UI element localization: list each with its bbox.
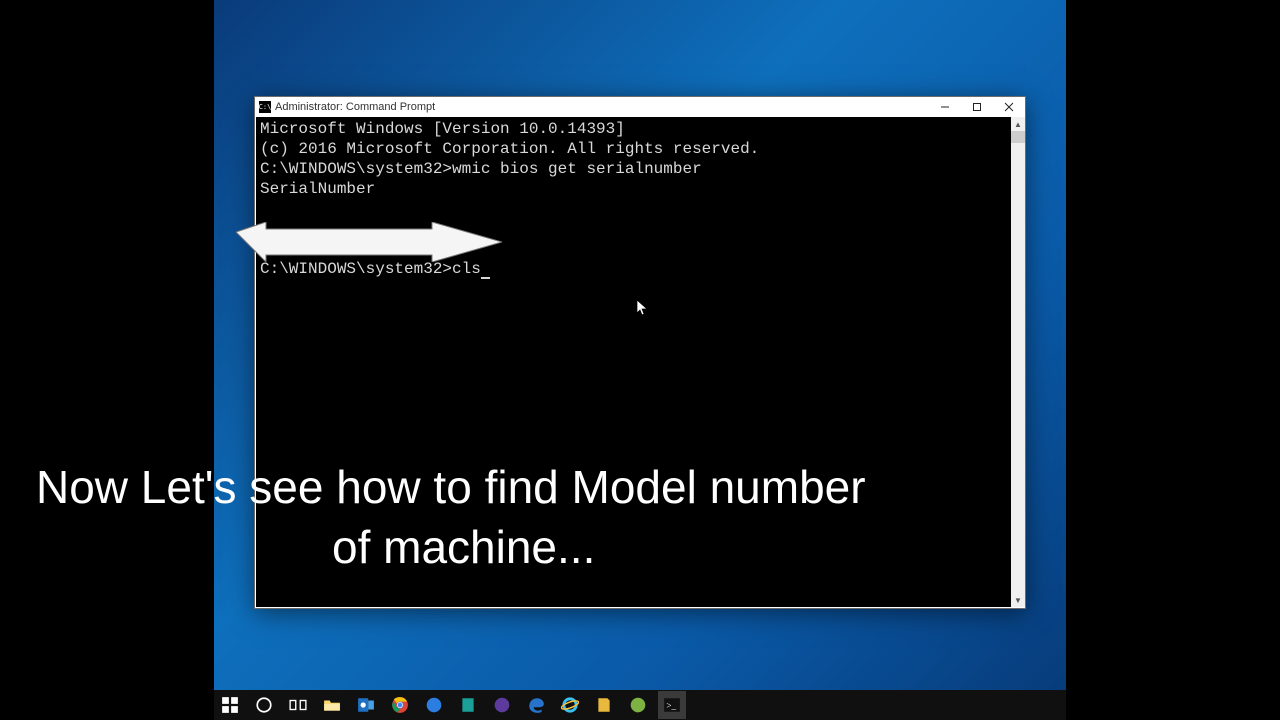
terminal-prompt: C:\WINDOWS\system32>cls bbox=[260, 259, 1020, 279]
cmd-icon[interactable]: >_ bbox=[658, 691, 686, 719]
terminal-line: C:\WINDOWS\system32>wmic bios get serial… bbox=[260, 159, 1020, 179]
terminal-line bbox=[260, 219, 1020, 239]
terminal-line: Microsoft Windows [Version 10.0.14393] bbox=[260, 119, 1020, 139]
text-cursor bbox=[481, 263, 490, 279]
window-controls bbox=[929, 97, 1025, 117]
ie-icon[interactable] bbox=[556, 691, 584, 719]
titlebar[interactable]: C:\ Administrator: Command Prompt bbox=[255, 97, 1025, 117]
vertical-scrollbar[interactable]: ▲ ▼ bbox=[1011, 117, 1025, 607]
close-button[interactable] bbox=[993, 97, 1025, 117]
app-green-icon[interactable] bbox=[624, 691, 652, 719]
edge-icon[interactable] bbox=[522, 691, 550, 719]
scroll-thumb[interactable] bbox=[1011, 131, 1025, 143]
app-purple-icon[interactable] bbox=[488, 691, 516, 719]
caption-overlay: Now Let's see how to find Model number o… bbox=[36, 458, 936, 578]
file-explorer-icon[interactable] bbox=[318, 691, 346, 719]
scroll-up-button[interactable]: ▲ bbox=[1011, 117, 1025, 131]
terminal-line: SerialNumber bbox=[260, 179, 1020, 199]
terminal-line bbox=[260, 239, 1020, 259]
terminal-line bbox=[260, 199, 1020, 219]
scroll-down-button[interactable]: ▼ bbox=[1011, 593, 1025, 607]
chrome-icon[interactable] bbox=[386, 691, 414, 719]
window-title: Administrator: Command Prompt bbox=[275, 101, 435, 113]
start-icon[interactable] bbox=[216, 691, 244, 719]
taskbar: >_ bbox=[214, 690, 1066, 720]
terminal-line: (c) 2016 Microsoft Corporation. All righ… bbox=[260, 139, 1020, 159]
caption-line-2: of machine... bbox=[36, 518, 936, 578]
minimize-button[interactable] bbox=[929, 97, 961, 117]
app-yellow-icon[interactable] bbox=[590, 691, 618, 719]
cmd-window-icon: C:\ bbox=[259, 101, 271, 113]
caption-line-1: Now Let's see how to find Model number bbox=[36, 461, 866, 513]
outlook-icon[interactable] bbox=[352, 691, 380, 719]
app-blue-icon[interactable] bbox=[420, 691, 448, 719]
svg-text:>_: >_ bbox=[666, 700, 676, 710]
cortana-search-icon[interactable] bbox=[250, 691, 278, 719]
app-teal-icon[interactable] bbox=[454, 691, 482, 719]
task-view-icon[interactable] bbox=[284, 691, 312, 719]
maximize-button[interactable] bbox=[961, 97, 993, 117]
